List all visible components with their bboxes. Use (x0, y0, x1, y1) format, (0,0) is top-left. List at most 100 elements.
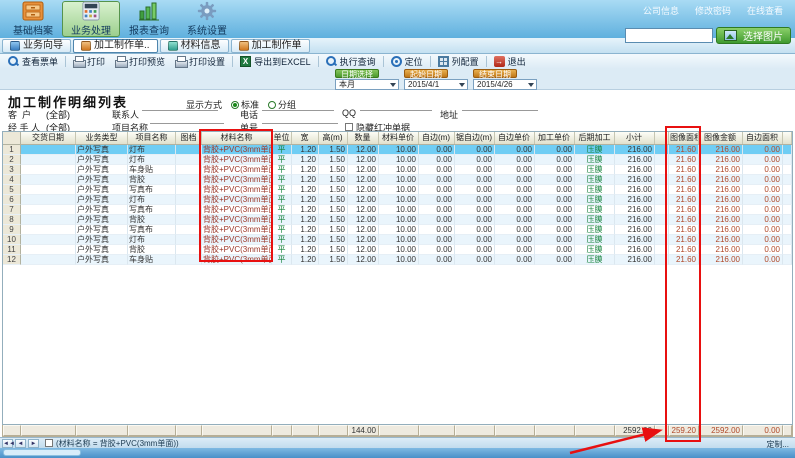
table-cell: 0.00 (495, 235, 535, 245)
column-header[interactable]: 高(m) (319, 132, 348, 144)
image-search-input[interactable] (625, 28, 713, 43)
exit-button[interactable]: 退出 (489, 55, 531, 68)
table-row[interactable]: 12户外写真车身贴背胶+PVC(3mm单面)平1.201.5012.0010.0… (3, 255, 792, 265)
column-header[interactable] (655, 132, 669, 144)
column-header[interactable]: 数量 (348, 132, 379, 144)
link-online-view[interactable]: 在线查看 (747, 4, 783, 17)
table-row[interactable]: 7户外写真写真布背胶+PVC(3mm单面)平1.201.5012.0010.00… (3, 205, 792, 215)
table-cell: 4 (3, 175, 21, 185)
tab-work-order-list[interactable]: 加工制作单.. (73, 39, 158, 53)
table-row[interactable]: 11户外写真背胶背胶+PVC(3mm单面)平1.201.5012.0010.00… (3, 245, 792, 255)
table-cell: 平 (272, 185, 292, 195)
table-row[interactable]: 3户外写真车身贴背胶+PVC(3mm单面)平1.201.5012.0010.00… (3, 165, 792, 175)
column-header[interactable]: 加工单价 (535, 132, 575, 144)
column-config-button[interactable]: 列配置 (433, 55, 484, 68)
column-header[interactable]: 宽 (292, 132, 319, 144)
table-cell (176, 205, 202, 215)
column-header[interactable]: 后期加工 (575, 132, 615, 144)
table-row[interactable]: 2户外写真灯布背胶+PVC(3mm单面)平1.201.5012.0010.000… (3, 155, 792, 165)
select-image-button[interactable]: 选择图片 (716, 27, 791, 44)
customer-label: 客 户 (8, 108, 31, 121)
table-cell (21, 205, 76, 215)
view-order-button[interactable]: 查看票单 (3, 55, 63, 68)
print-button[interactable]: 打印 (68, 55, 110, 68)
table-cell: 0.00 (455, 215, 495, 225)
date-range-combo[interactable]: 本月 (335, 79, 399, 90)
print-preview-button[interactable]: 打印预览 (110, 55, 170, 68)
export-excel-button[interactable]: 导出到EXCEL (235, 55, 316, 68)
table-row[interactable]: 5户外写真写真布背胶+PVC(3mm单面)平1.201.5012.0010.00… (3, 185, 792, 195)
column-header[interactable] (783, 132, 792, 144)
table-cell (655, 205, 669, 215)
order-input[interactable] (262, 113, 338, 124)
tab-work-order[interactable]: 加工制作单 (231, 39, 310, 53)
column-header[interactable]: 材料名称 (202, 132, 272, 144)
table-cell (21, 245, 76, 255)
table-cell: 1.50 (319, 245, 348, 255)
table-cell: 背胶+PVC(3mm单面) (202, 145, 272, 155)
locate-button[interactable]: 定位 (386, 55, 428, 68)
column-header[interactable]: 交货日期 (21, 132, 76, 144)
project-input[interactable] (150, 113, 224, 124)
table-row[interactable]: 6户外写真灯布背胶+PVC(3mm单面)平1.201.5012.0010.000… (3, 195, 792, 205)
table-cell: 压膜 (575, 225, 615, 235)
hide-red-checkbox[interactable] (345, 123, 353, 131)
column-header[interactable]: 自边(m) (419, 132, 455, 144)
scrollbar-thumb[interactable] (3, 449, 81, 456)
total-cell (575, 425, 615, 436)
column-header[interactable]: 自边单价 (495, 132, 535, 144)
table-row[interactable]: 1户外写真灯布背胶+PVC(3mm单面)平1.201.5012.0010.000… (3, 145, 792, 155)
execute-query-button[interactable]: 执行查询 (321, 55, 381, 68)
next-record-icon[interactable]: ► (28, 439, 39, 448)
table-row[interactable]: 10户外写真灯布背胶+PVC(3mm单面)平1.201.5012.0010.00… (3, 235, 792, 245)
table-cell: 背胶+PVC(3mm单面) (202, 155, 272, 165)
column-header[interactable]: 图像金额 (699, 132, 743, 144)
qq-input[interactable] (360, 100, 432, 111)
table-row[interactable]: 9户外写真写真布背胶+PVC(3mm单面)平1.201.5012.0010.00… (3, 225, 792, 235)
table-cell: 平 (272, 245, 292, 255)
column-header[interactable]: 材料单价 (379, 132, 419, 144)
phone-input[interactable] (262, 100, 334, 111)
table-cell: 216.00 (699, 195, 743, 205)
end-date-combo[interactable]: 2015/4/26 (473, 79, 537, 90)
customer-value[interactable]: (全部) (46, 108, 70, 121)
table-cell: 0.00 (535, 235, 575, 245)
contact-input[interactable] (142, 100, 218, 111)
column-header[interactable]: 图档 (176, 132, 202, 144)
column-header[interactable]: 小计 (615, 132, 655, 144)
table-cell: 11 (3, 245, 21, 255)
link-company-info[interactable]: 公司信息 (643, 4, 679, 17)
nav-item-business-processing[interactable]: 业务处理 (62, 1, 120, 37)
column-header[interactable]: 单位 (272, 132, 292, 144)
address-input[interactable] (462, 100, 538, 111)
table-cell: 21.60 (669, 175, 699, 185)
nav-item-system-settings[interactable]: 系统设置 (178, 1, 236, 37)
toolbar: 查看票单 打印 打印预览 打印设置 导出到EXCEL 执行查询 定位 列配置 退… (0, 54, 795, 69)
table-cell (176, 225, 202, 235)
table-cell: 背胶 (128, 245, 176, 255)
first-record-icon[interactable]: ◄◄ (2, 439, 13, 448)
chart-icon (138, 1, 160, 21)
filter-checkbox[interactable] (45, 439, 53, 447)
link-change-password[interactable]: 修改密码 (695, 4, 731, 17)
table-row[interactable]: 4户外写真背胶背胶+PVC(3mm单面)平1.201.5012.0010.000… (3, 175, 792, 185)
table-cell (783, 195, 792, 205)
nav-item-report-query[interactable]: 报表查询 (120, 1, 178, 37)
table-cell: 21.60 (669, 245, 699, 255)
tab-material-info[interactable]: 材料信息 (160, 39, 229, 53)
column-header[interactable]: 自边面积 (743, 132, 783, 144)
table-row[interactable]: 8户外写真背胶背胶+PVC(3mm单面)平1.201.5012.0010.000… (3, 215, 792, 225)
radio-standard[interactable] (231, 101, 239, 109)
prev-record-icon[interactable]: ◄ (15, 439, 26, 448)
total-cell: 0.00 (743, 425, 783, 436)
table-cell: 压膜 (575, 235, 615, 245)
column-header[interactable] (3, 132, 21, 144)
column-header[interactable]: 项目名称 (128, 132, 176, 144)
column-header[interactable]: 业务类型 (76, 132, 128, 144)
start-date-combo[interactable]: 2015/4/1 (404, 79, 468, 90)
tab-business-wizard[interactable]: 业务向导 (2, 39, 71, 53)
print-settings-button[interactable]: 打印设置 (170, 55, 230, 68)
nav-item-basic-archive[interactable]: 基础档案 (4, 1, 62, 37)
column-header[interactable]: 锯自边(m) (455, 132, 495, 144)
column-header[interactable]: 图像面积 (669, 132, 699, 144)
